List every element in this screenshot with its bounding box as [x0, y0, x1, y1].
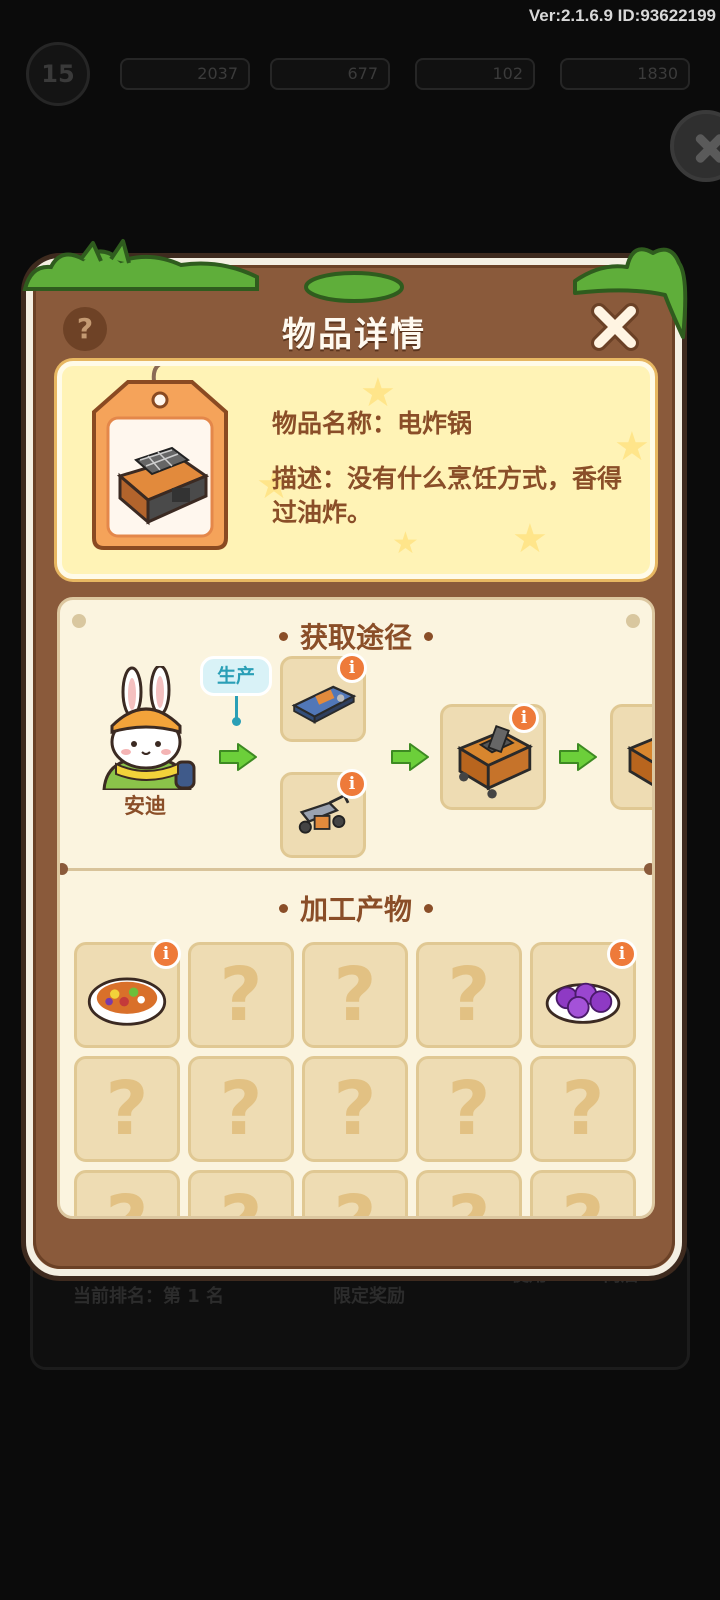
version-label: Ver:2.1.6.9 ID:93622199: [528, 6, 716, 25]
info-icon[interactable]: i: [509, 703, 539, 733]
produce-connector: [232, 696, 241, 726]
product-slot-unknown[interactable]: ?: [530, 1056, 636, 1162]
result-item-slot[interactable]: [610, 704, 652, 810]
product-slot-unknown[interactable]: ?: [416, 1056, 522, 1162]
item-description: 描述：没有什么烹饪方式，香得过油炸。: [272, 464, 623, 527]
unknown-product-icon: ?: [105, 1066, 149, 1152]
product-slot-unknown[interactable]: ?: [530, 1170, 636, 1216]
unknown-product-icon: ?: [419, 1180, 519, 1216]
resource-pill: 2037: [120, 58, 250, 90]
unknown-product-icon: ?: [561, 1066, 605, 1152]
item-detail-modal: ? 物品详情 ★ ★ ★ ★ ★ 物品名称：电炸锅 描述：没有什么烹饪方式，香得…: [22, 239, 688, 1276]
product-slot-unknown[interactable]: ?: [302, 942, 408, 1048]
product-slot-unknown[interactable]: ?: [74, 1056, 180, 1162]
info-icon[interactable]: i: [607, 939, 637, 969]
resource-pill: 677: [270, 58, 390, 90]
product-slot-unknown[interactable]: ?: [416, 942, 522, 1048]
item-details-panel: 获取途径 安迪 生产 i i i 加工产物 i ? ? ? i ? ? ? ? …: [57, 597, 655, 1219]
unknown-product-icon: ?: [77, 1180, 177, 1216]
level-badge: 15: [26, 42, 90, 106]
close-icon[interactable]: [589, 301, 641, 353]
andy-character-avatar[interactable]: [96, 666, 196, 790]
section-divider: [60, 863, 652, 875]
produce-label: 生产: [200, 656, 272, 696]
source-section-title: 获取途径: [60, 616, 652, 656]
item-name: 物品名称：电炸锅: [272, 409, 473, 438]
products-section-title: 加工产物: [60, 888, 652, 928]
product-slot-unknown[interactable]: ?: [188, 1056, 294, 1162]
modal-title: 物品详情: [282, 315, 426, 355]
product-slot-unknown[interactable]: ?: [188, 1170, 294, 1216]
fryer-box-icon: [626, 737, 652, 787]
info-icon[interactable]: i: [151, 939, 181, 969]
deep-fryer-item-icon: [92, 366, 228, 550]
resource-pill: 1830: [560, 58, 690, 90]
star-icon: ★: [392, 526, 419, 561]
product-slot-unknown[interactable]: ?: [302, 1170, 408, 1216]
material-slot[interactable]: i: [280, 653, 367, 742]
product-slot-unknown[interactable]: ?: [416, 1170, 522, 1216]
product-slot-unknown[interactable]: ?: [74, 1170, 180, 1216]
info-icon[interactable]: i: [337, 769, 367, 799]
product-slot-unknown[interactable]: ?: [188, 942, 294, 1048]
intermediate-item-slot[interactable]: i: [440, 703, 546, 810]
unknown-product-icon: ?: [447, 1066, 491, 1152]
unknown-product-icon: ?: [447, 952, 491, 1038]
arrow-right-icon: [391, 743, 429, 771]
resource-bar: 15 2037 677 102 1830: [20, 42, 690, 106]
material-slot[interactable]: i: [280, 769, 367, 858]
background-close-icon: [670, 110, 720, 182]
product-slot-unknown[interactable]: ?: [302, 1056, 408, 1162]
arrow-right-icon: [559, 743, 597, 771]
unknown-product-icon: ?: [533, 1180, 633, 1216]
unknown-product-icon: ?: [219, 1066, 263, 1152]
unknown-product-icon: ?: [305, 1180, 405, 1216]
unknown-product-icon: ?: [333, 1066, 377, 1152]
product-slot[interactable]: i: [530, 939, 637, 1048]
arrow-right-icon: [219, 743, 257, 771]
unknown-product-icon: ?: [219, 952, 263, 1038]
unknown-product-icon: ?: [191, 1180, 291, 1216]
product-slot[interactable]: i: [74, 939, 181, 1048]
resource-pill: 102: [415, 58, 535, 90]
item-info-card: ★ ★ ★ ★ ★ 物品名称：电炸锅 描述：没有什么烹饪方式，香得过油炸。: [57, 361, 655, 579]
info-icon[interactable]: i: [337, 653, 367, 683]
grass-decoration: [22, 239, 259, 291]
character-name: 安迪: [124, 794, 166, 818]
grass-decoration: [304, 271, 404, 303]
unknown-product-icon: ?: [333, 952, 377, 1038]
